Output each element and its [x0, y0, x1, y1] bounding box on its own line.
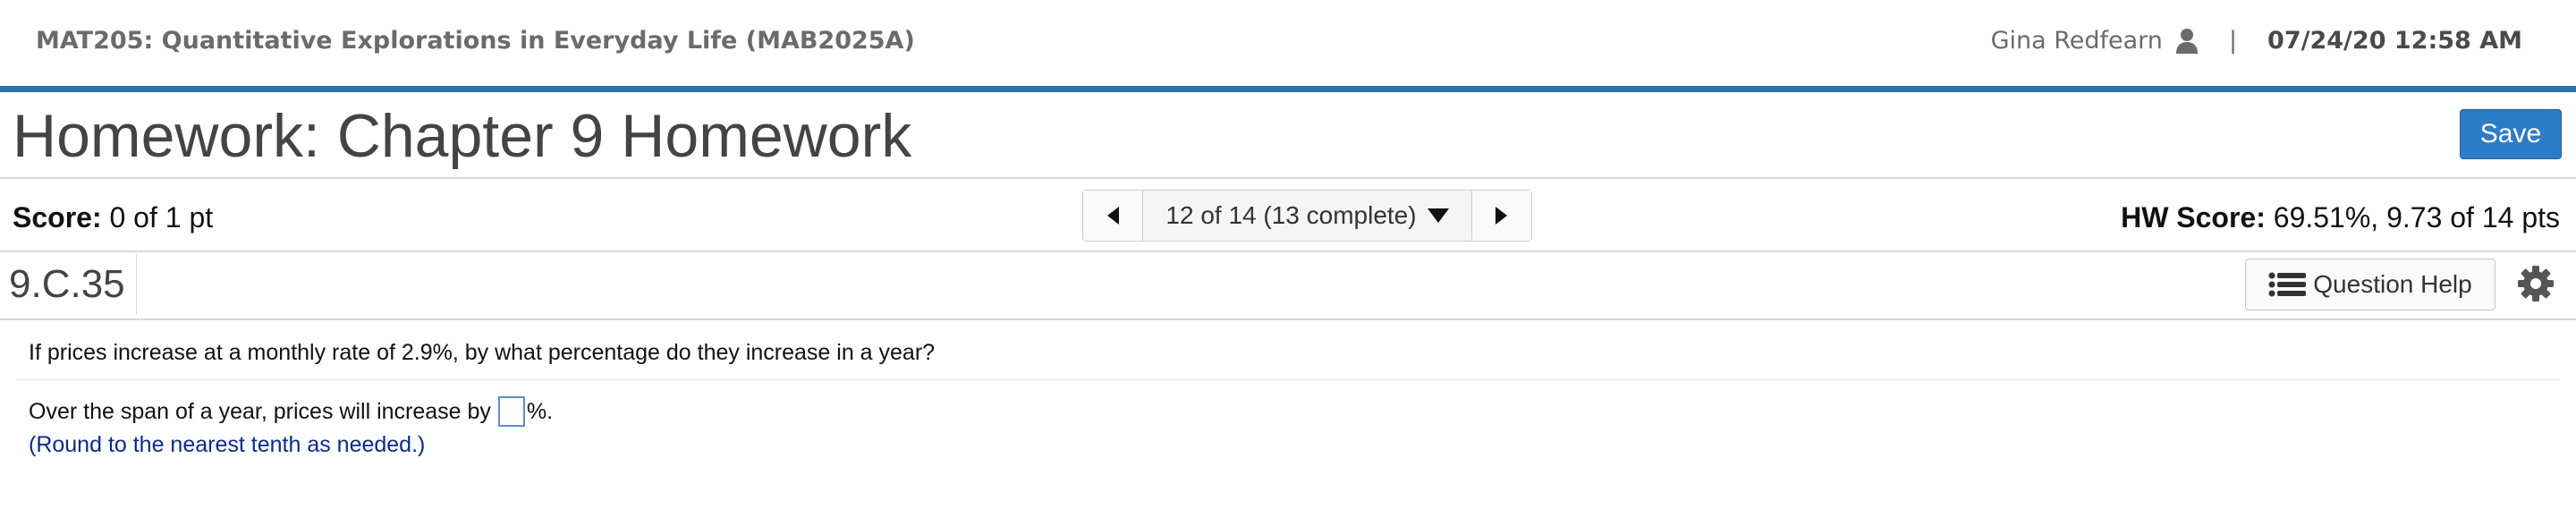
page-title: Homework: Chapter 9 Homework [13, 102, 912, 170]
rounding-hint: (Round to the nearest tenth as needed.) [29, 432, 426, 457]
score-label: Score: [13, 201, 102, 234]
question-prompt: If prices increase at a monthly rate of … [29, 340, 936, 365]
datetime: 07/24/20 12:58 AM [2267, 27, 2522, 55]
list-icon [2268, 272, 2307, 297]
hw-score-label: HW Score: [2121, 201, 2266, 234]
user-name[interactable]: Gina Redfearn [1991, 27, 2163, 55]
question-score: Score: 0 of 1 pt [13, 201, 213, 234]
divider [0, 318, 2576, 320]
next-question-button[interactable] [1471, 191, 1531, 241]
divider [0, 251, 2576, 252]
user-icon[interactable] [2175, 28, 2199, 55]
header-separator: | [2228, 27, 2238, 55]
answer-suffix: %. [526, 398, 554, 424]
divider [16, 379, 2560, 380]
dropdown-caret-icon [1427, 208, 1449, 223]
save-button[interactable]: Save [2460, 109, 2562, 159]
course-title: MAT205: Quantitative Explorations in Eve… [36, 27, 915, 55]
question-navigator: 12 of 14 (13 complete) [1082, 190, 1532, 242]
divider [0, 177, 2576, 179]
prev-arrow-icon [1107, 207, 1119, 225]
next-arrow-icon [1496, 207, 1507, 225]
hw-score: HW Score: 69.51%, 9.73 of 14 pts [2121, 201, 2560, 234]
question-select[interactable]: 12 of 14 (13 complete) [1143, 191, 1471, 241]
question-id: 9.C.35 [9, 262, 125, 306]
hw-score-value: 69.51%, 9.73 of 14 pts [2273, 201, 2560, 234]
question-select-label: 12 of 14 (13 complete) [1165, 201, 1417, 229]
header-right: Gina Redfearn | 07/24/20 12:58 AM [1991, 27, 2522, 55]
answer-line: Over the span of a year, prices will inc… [29, 396, 553, 427]
question-help-button[interactable]: Question Help [2245, 259, 2496, 310]
prev-question-button[interactable] [1083, 191, 1143, 241]
gear-icon[interactable] [2517, 265, 2555, 302]
divider [136, 254, 137, 315]
question-help-label: Question Help [2313, 270, 2472, 298]
accent-bar [0, 86, 2576, 92]
top-header: MAT205: Quantitative Explorations in Eve… [0, 0, 2576, 86]
answer-prefix: Over the span of a year, prices will inc… [29, 398, 491, 424]
answer-input[interactable] [497, 396, 525, 427]
score-value: 0 of 1 pt [109, 201, 214, 234]
